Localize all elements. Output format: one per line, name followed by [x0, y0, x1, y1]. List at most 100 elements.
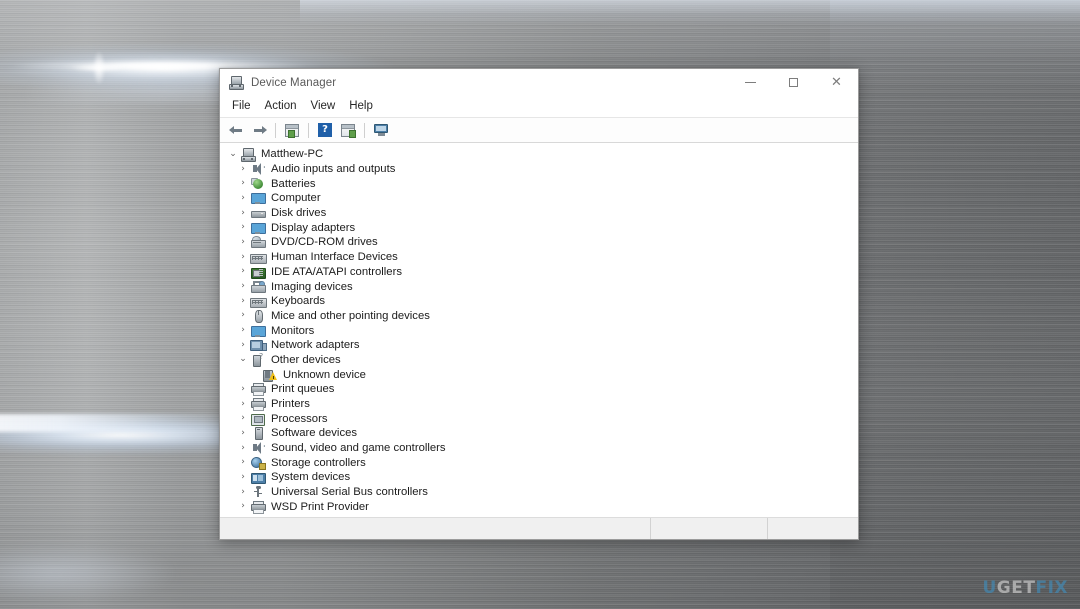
statusbar-segment-3	[768, 518, 858, 539]
tree-item-processors[interactable]: › Processors	[220, 411, 858, 426]
menu-action[interactable]: Action	[258, 98, 304, 115]
printer-icon	[250, 382, 266, 397]
show-hide-console-tree-button[interactable]	[281, 120, 303, 141]
chevron-down-icon[interactable]: ⌄	[226, 149, 240, 159]
back-button[interactable]	[225, 120, 247, 141]
menu-file[interactable]: File	[225, 98, 258, 115]
tree-item-ide-ata-atapi-controllers[interactable]: › IDE ATA/ATAPI controllers	[220, 265, 858, 280]
chevron-right-icon[interactable]: ›	[236, 296, 250, 306]
tree-item-label: Universal Serial Bus controllers	[271, 486, 428, 499]
arrow-right-icon	[252, 124, 267, 137]
chevron-right-icon[interactable]: ›	[236, 414, 250, 423]
minimize-icon	[745, 82, 756, 83]
chevron-right-icon[interactable]: ›	[236, 326, 250, 335]
network-adapter-icon	[250, 338, 267, 352]
maximize-button[interactable]	[772, 69, 815, 96]
chevron-right-icon[interactable]: ›	[236, 252, 250, 262]
tree-item-display-adapters[interactable]: › Display adapters	[220, 220, 858, 235]
chevron-right-icon[interactable]: ›	[236, 399, 250, 409]
imaging-device-icon	[250, 280, 266, 294]
speaker-icon	[250, 441, 266, 455]
tree-item-print-queues[interactable]: › Print queues	[220, 382, 858, 397]
toolbar-separator-3	[364, 122, 365, 138]
monitor-icon	[250, 191, 266, 205]
tree-item-computer[interactable]: › Computer	[220, 191, 858, 206]
chevron-right-icon[interactable]: ›	[236, 193, 250, 203]
tree-item-batteries[interactable]: › Batteries	[220, 176, 858, 191]
tree-item-printers[interactable]: › Printers	[220, 397, 858, 412]
monitor-icon	[250, 324, 266, 338]
close-button[interactable]: ✕	[815, 69, 858, 96]
chevron-right-icon[interactable]: ›	[236, 311, 250, 320]
tree-item-network-adapters[interactable]: › Network adapters	[220, 338, 858, 353]
keyboard-icon	[250, 294, 267, 309]
tree-item-mice-and-other-pointing-devices[interactable]: › Mice and other pointing devices	[220, 309, 858, 324]
tree-item-label: Display adapters	[271, 221, 356, 234]
speaker-icon	[250, 162, 266, 176]
watermark-part-3: FIX	[1035, 578, 1068, 598]
tree-item-monitors[interactable]: › Monitors	[220, 323, 858, 338]
menu-view[interactable]: View	[304, 98, 343, 115]
chevron-right-icon[interactable]: ›	[236, 267, 250, 276]
chevron-right-icon[interactable]: ›	[236, 502, 250, 511]
chevron-right-icon[interactable]: ›	[236, 384, 250, 394]
chevron-right-icon[interactable]: ›	[236, 237, 250, 247]
device-manager-window: Device Manager ✕ File Action View Help ?…	[219, 68, 859, 540]
disk-drive-icon	[250, 206, 266, 220]
tree-item-software-devices[interactable]: › Software devices	[220, 426, 858, 441]
tree-item-imaging-devices[interactable]: › Imaging devices	[220, 279, 858, 294]
tree-item-system-devices[interactable]: › System devices	[220, 470, 858, 485]
chevron-right-icon[interactable]: ›	[236, 282, 250, 291]
tree-item-other-devices[interactable]: ⌄ ? Other devices	[220, 352, 858, 368]
minimize-button[interactable]	[729, 69, 772, 96]
tree-item-label: Monitors	[271, 324, 315, 337]
tree-root-matthew-pc[interactable]: ⌄ Matthew-PC	[220, 147, 858, 163]
device-tree[interactable]: ⌄ Matthew-PC › Audio inputs and outputs …	[220, 143, 858, 517]
battery-icon	[250, 177, 266, 191]
tree-item-label: Disk drives	[271, 207, 327, 220]
chevron-right-icon[interactable]: ›	[236, 208, 250, 218]
tree-item-label: Keyboards	[271, 295, 326, 308]
chevron-down-icon[interactable]: ⌄	[236, 355, 250, 364]
printer-icon	[250, 397, 266, 412]
tree-item-label: Software devices	[271, 427, 358, 440]
chevron-right-icon[interactable]: ›	[236, 340, 250, 350]
chevron-right-icon[interactable]: ›	[236, 443, 250, 453]
close-icon: ✕	[831, 75, 842, 90]
chevron-right-icon[interactable]: ›	[236, 223, 250, 232]
forward-button[interactable]	[248, 120, 270, 141]
watermark-part-2: GET	[996, 578, 1036, 598]
chevron-right-icon[interactable]: ›	[236, 164, 250, 174]
optical-drive-icon	[250, 235, 266, 249]
properties-button[interactable]	[337, 120, 359, 141]
tree-item-sound-video-and-game-controllers[interactable]: › Sound, video and game controllers	[220, 441, 858, 456]
chevron-right-icon[interactable]: ›	[236, 458, 250, 467]
chevron-right-icon[interactable]: ›	[236, 428, 250, 438]
tree-item-dvd-cd-rom-drives[interactable]: › DVD/CD-ROM drives	[220, 235, 858, 250]
printer-icon	[250, 500, 266, 514]
tree-item-keyboards[interactable]: › Keyboards	[220, 294, 858, 309]
tree-item-storage-controllers[interactable]: › Storage controllers	[220, 455, 858, 470]
tree-item-label: Processors	[271, 412, 328, 425]
tree-item-wsd-print-provider[interactable]: › WSD Print Provider	[220, 500, 858, 515]
tree-item-unknown-device[interactable]: Unknown device	[220, 367, 858, 382]
ugetfix-watermark: UGETFIX	[982, 580, 1068, 597]
chevron-right-icon[interactable]: ›	[236, 472, 250, 482]
tree-item-universal-serial-bus-controllers[interactable]: › Universal Serial Bus controllers	[220, 485, 858, 500]
window-titlebar[interactable]: Device Manager ✕	[220, 69, 858, 96]
wallpaper-flare-middle-core	[0, 414, 240, 432]
menu-help[interactable]: Help	[342, 98, 380, 115]
tree-item-label: Audio inputs and outputs	[271, 163, 396, 176]
scan-for-hardware-changes-button[interactable]	[370, 120, 392, 141]
tree-item-audio-inputs-and-outputs[interactable]: › Audio inputs and outputs	[220, 162, 858, 177]
tree-item-human-interface-devices[interactable]: › Human Interface Devices	[220, 250, 858, 265]
tree-item-disk-drives[interactable]: › Disk drives	[220, 206, 858, 221]
watermark-part-1: U	[982, 578, 997, 598]
chevron-right-icon[interactable]: ›	[236, 179, 250, 188]
tree-item-label: Printers	[271, 398, 310, 411]
chevron-right-icon[interactable]: ›	[236, 487, 250, 497]
tree-item-label: Unknown device	[283, 368, 366, 381]
display-adapter-icon	[250, 221, 266, 235]
desktop-background: Device Manager ✕ File Action View Help ?…	[0, 0, 1080, 609]
help-button[interactable]: ?	[314, 120, 336, 141]
